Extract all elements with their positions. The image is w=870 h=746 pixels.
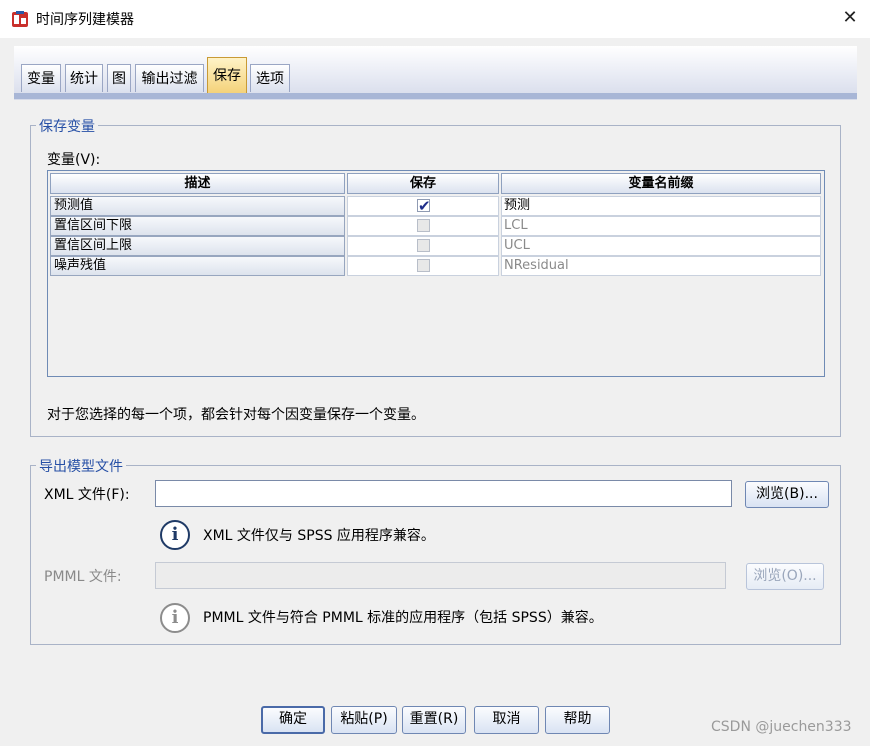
close-icon[interactable]: ✕ xyxy=(838,6,862,30)
check-icon: ✔ xyxy=(418,197,431,215)
prefix-cell[interactable]: 预测 xyxy=(501,196,821,216)
pmml-file-input[interactable] xyxy=(155,562,726,589)
xml-file-input[interactable] xyxy=(155,480,732,507)
pmml-note: PMML 文件与符合 PMML 标准的应用程序（包括 SPSS）兼容。 xyxy=(203,610,603,626)
save-note: 对于您选择的每一个项，都会针对每个因变量保存一个变量。 xyxy=(47,407,425,423)
spss-app-icon xyxy=(12,11,28,27)
tab-options[interactable]: 选项 xyxy=(250,64,290,92)
row-description: 置信区间上限 xyxy=(50,236,345,256)
tab-underline xyxy=(14,93,857,99)
cancel-button[interactable]: 取消 xyxy=(474,706,539,734)
info-icon: i xyxy=(160,520,190,550)
window-title: 时间序列建模器 xyxy=(36,12,134,28)
pmml-file-label: PMML 文件: xyxy=(44,569,122,585)
prefix-cell[interactable]: UCL xyxy=(501,236,821,256)
tab-statistics[interactable]: 统计 xyxy=(65,64,103,92)
tab-variables[interactable]: 变量 xyxy=(21,64,61,92)
prefix-cell[interactable]: LCL xyxy=(501,216,821,236)
browse-xml-button[interactable]: 浏览(B)... xyxy=(745,481,829,508)
save-checkbox-ucl[interactable] xyxy=(417,239,430,252)
export-model-title: 导出模型文件 xyxy=(36,456,126,476)
reset-button[interactable]: 重置(R) xyxy=(402,706,466,734)
tab-save[interactable]: 保存 xyxy=(207,57,247,93)
tab-plots[interactable]: 图 xyxy=(107,64,131,92)
browse-pmml-button[interactable]: 浏览(O)... xyxy=(746,563,824,590)
xml-file-label: XML 文件(F): xyxy=(44,487,130,503)
watermark-text: CSDN @juechen333 xyxy=(711,719,852,735)
row-description: 置信区间下限 xyxy=(50,216,345,236)
column-header-save[interactable]: 保存 xyxy=(347,173,499,194)
save-variables-title: 保存变量 xyxy=(36,116,98,136)
xml-note: XML 文件仅与 SPSS 应用程序兼容。 xyxy=(203,528,435,544)
variables-label: 变量(V): xyxy=(47,152,101,168)
row-description: 噪声残值 xyxy=(50,256,345,276)
row-description: 预测值 xyxy=(50,196,345,216)
column-header-description[interactable]: 描述 xyxy=(50,173,345,194)
help-button[interactable]: 帮助 xyxy=(545,706,610,734)
paste-button[interactable]: 粘贴(P) xyxy=(331,706,397,734)
prefix-cell[interactable]: NResidual xyxy=(501,256,821,276)
tab-output-filter[interactable]: 输出过滤 xyxy=(135,64,204,92)
info-icon: i xyxy=(160,603,190,633)
save-checkbox-residual[interactable] xyxy=(417,259,430,272)
save-checkbox-lcl[interactable] xyxy=(417,219,430,232)
column-header-prefix[interactable]: 变量名前缀 xyxy=(501,173,821,194)
ok-button[interactable]: 确定 xyxy=(261,706,325,734)
save-checkbox-forecast[interactable]: ✔ xyxy=(417,197,431,215)
